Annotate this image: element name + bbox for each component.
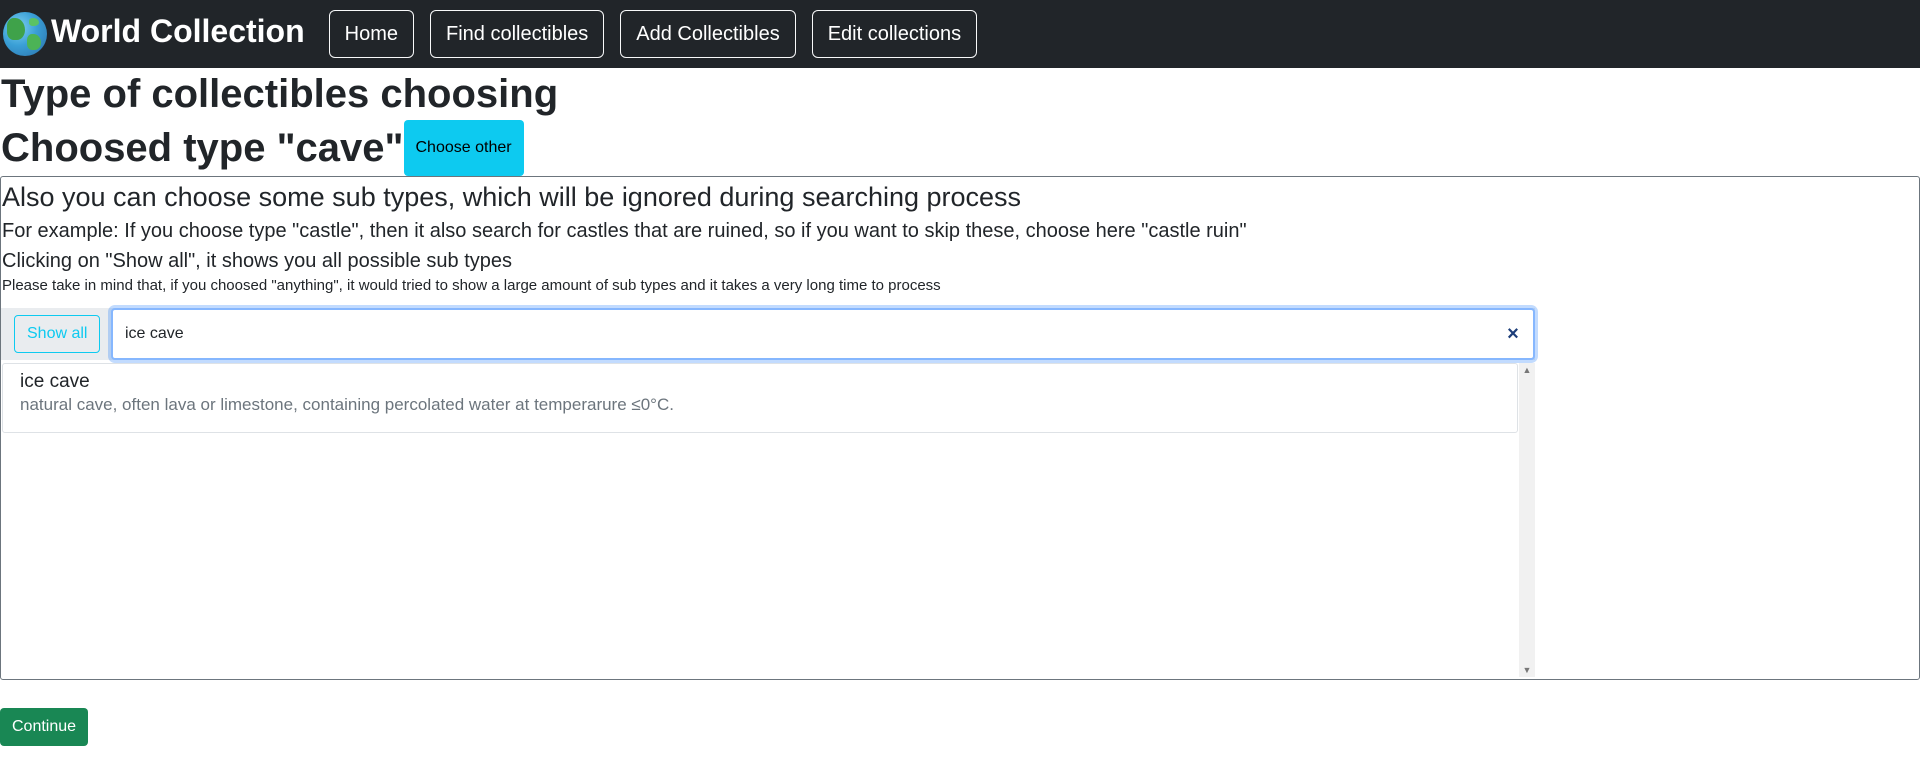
warning-text: Please take in mind that, if you choosed… <box>2 277 941 294</box>
results-scrollbar[interactable]: ▲ ▼ <box>1519 363 1535 677</box>
show-all-button[interactable]: Show all <box>14 315 101 353</box>
navbar: World Collection Home Find collectibles … <box>0 0 1920 68</box>
nav-add-collectibles-button[interactable]: Add Collectibles <box>620 10 796 58</box>
chosen-type-row: Choosed type "cave" Choose other <box>0 120 1920 176</box>
choose-other-button[interactable]: Choose other <box>403 120 524 176</box>
page-title: Type of collectibles choosing <box>1 72 559 116</box>
subtype-search-wrapper: × <box>111 308 1535 360</box>
list-item[interactable]: ice cave natural cave, often lava or lim… <box>2 363 1518 433</box>
chosen-type-heading: Choosed type "cave" <box>1 125 404 170</box>
subtype-heading: Also you can choose some sub types, whic… <box>2 182 1022 212</box>
scroll-down-icon[interactable]: ▼ <box>1519 663 1535 677</box>
example-text: For example: If you choose type "castle"… <box>2 220 1247 242</box>
brand[interactable]: World Collection <box>3 12 305 56</box>
show-all-info-text: Clicking on "Show all", it shows you all… <box>2 250 512 272</box>
brand-title: World Collection <box>51 12 305 49</box>
globe-logo-icon <box>3 12 47 56</box>
nav-find-collectibles-button[interactable]: Find collectibles <box>429 10 605 58</box>
subtype-search-input[interactable] <box>113 310 1493 358</box>
result-description: natural cave, often lava or limestone, c… <box>20 395 674 414</box>
result-title: ice cave <box>20 371 90 392</box>
clear-icon[interactable]: × <box>1493 323 1533 346</box>
nav-home-button[interactable]: Home <box>328 10 414 58</box>
subtype-search-row: Show all × <box>1 308 1535 360</box>
scroll-up-icon[interactable]: ▲ <box>1519 363 1535 377</box>
nav-edit-collections-button[interactable]: Edit collections <box>811 10 978 58</box>
continue-button[interactable]: Continue <box>0 708 89 746</box>
subtype-results-list: ice cave natural cave, often lava or lim… <box>1 363 1535 677</box>
subtype-panel: Also you can choose some sub types, whic… <box>0 176 1920 680</box>
